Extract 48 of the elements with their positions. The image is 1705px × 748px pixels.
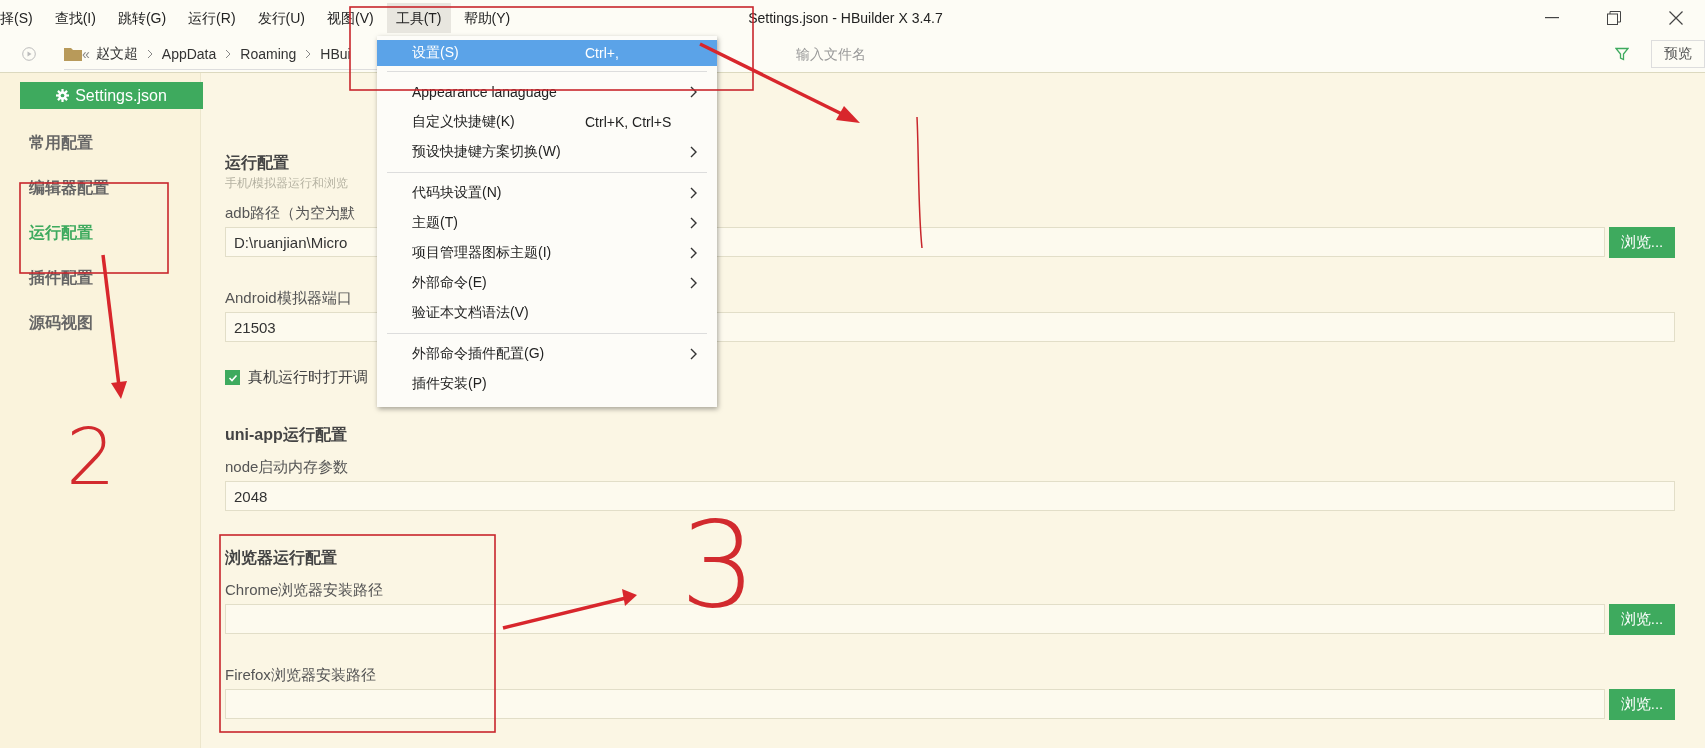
play-circle-icon[interactable] [22,47,36,61]
menu-item[interactable]: 运行(R) [179,3,245,33]
gear-icon [56,89,70,102]
minimize-icon[interactable] [1545,17,1559,19]
menu-item[interactable]: 查找(I) [45,3,105,33]
sidebar-item[interactable]: 源码视图 [29,313,93,333]
chevron-right-icon [146,48,153,59]
handwritten-number: 2 [66,418,116,496]
menu-option[interactable]: 插件安装(P) [377,369,717,399]
section-heading: uni-app运行配置 [225,425,347,445]
input-field[interactable]: 2048 [225,481,1675,511]
field-label: node启动内存参数 [225,457,349,477]
menu-item[interactable]: 工具(T) [386,3,451,33]
input-field[interactable] [225,689,1605,719]
menu-option[interactable]: 外部命令插件配置(G) [377,339,717,369]
filter-icon[interactable] [1615,47,1629,61]
section-description: 手机/模拟器运行和浏览 [225,175,349,191]
search-field[interactable]: 输入文件名 [794,45,1298,63]
preview-button[interactable]: 预览 [1651,40,1705,68]
section-heading: 浏览器运行配置 [225,548,337,568]
breadcrumb-item[interactable]: AppData [161,45,217,62]
section-heading: 运行配置 [225,153,289,173]
field-label: Android模拟器端口 [225,288,352,308]
menu-item[interactable]: 择(S) [0,3,42,33]
menu-option[interactable]: 代码块设置(N) [377,178,717,208]
field-label: Firefox浏览器安装路径 [225,665,376,685]
close-icon[interactable] [1669,11,1683,25]
menu-option[interactable]: 外部命令(E) [377,268,717,298]
sidebar-item[interactable]: 编辑器配置 [29,178,109,198]
menu-item[interactable]: 跳转(G) [108,3,176,33]
sidebar-item[interactable]: 常用配置 [29,133,93,153]
field-label: Chrome浏览器安装路径 [225,580,384,600]
checkmark-icon [227,372,238,383]
maximize-icon[interactable] [1607,11,1621,25]
menu-option[interactable]: 自定义快捷键(K) Ctrl+K, Ctrl+S [377,107,717,137]
menu-option[interactable]: 预设快捷键方案切换(W) [377,137,717,167]
chevron-right-icon [305,48,312,59]
checkbox[interactable] [225,370,240,385]
checkbox-label: 真机运行时打开调 [248,368,368,387]
sidebar-item[interactable]: 插件配置 [29,268,93,288]
menu-item[interactable]: 帮助(Y) [454,3,520,33]
back-button[interactable]: « [82,45,90,62]
menu-item[interactable]: 发行(U) [248,3,314,33]
field-label: adb路径（为空为默 [225,203,356,223]
chevron-right-icon [225,48,232,59]
breadcrumb-item[interactable]: 赵文超 [95,44,138,63]
breadcrumb-item[interactable]: Roaming [240,45,297,62]
folder-icon [64,46,82,61]
